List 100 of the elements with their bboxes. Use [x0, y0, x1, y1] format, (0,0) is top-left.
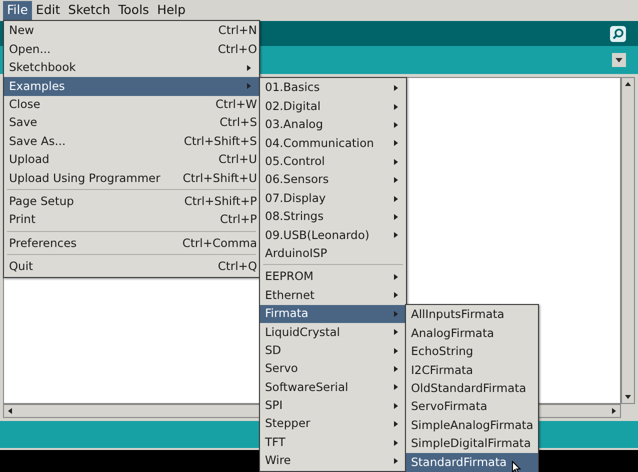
shortcut-label: Ctrl+P	[220, 214, 257, 226]
menu-item[interactable]: 08.Strings	[260, 208, 406, 226]
menu-item[interactable]: EchoString	[406, 342, 538, 362]
menu-item[interactable]: Upload Using Programmer Ctrl+Shift+U	[4, 169, 259, 188]
menu-item-label: SimpleDigitalFirmata	[411, 438, 531, 450]
menu-bar-item[interactable]: File	[3, 0, 32, 20]
menu-item-label: I2CFirmata	[411, 364, 474, 376]
shortcut-label: Ctrl+Shift+U	[182, 172, 257, 184]
shortcut-label: Ctrl+O	[218, 44, 257, 56]
menu-item-label: Servo	[265, 363, 298, 375]
menu-item[interactable]: OldStandardFirmata	[406, 380, 538, 398]
menu-item[interactable]: 07.Display	[260, 189, 406, 208]
menu-item-label: AnalogFirmata	[411, 328, 494, 340]
menu-item-label: Sketchbook	[9, 62, 76, 74]
menu-item-label: Wire	[265, 455, 291, 467]
menu-item[interactable]: Print Ctrl+P	[4, 210, 259, 230]
menu-bar-item[interactable]: Sketch	[64, 0, 114, 20]
menu-item[interactable]: Open... Ctrl+O	[4, 40, 259, 59]
shortcut-label: Ctrl+U	[218, 154, 257, 166]
menu-bar-item[interactable]: Tools	[114, 0, 154, 20]
menu-item-label: Examples	[9, 80, 65, 92]
menu-item-label: New	[9, 25, 34, 37]
menu-item-label: Upload	[9, 154, 50, 166]
menu-item-label: StandardFirmata	[411, 456, 507, 468]
menu-item[interactable]: Servo	[260, 360, 406, 378]
menu-item-label: Print	[9, 214, 36, 226]
shortcut-label: Ctrl+Shift+S	[184, 136, 257, 148]
vertical-scrollbar[interactable]	[621, 77, 635, 404]
menu-item[interactable]: 02.Digital	[260, 97, 406, 116]
menu-item-label: SoftwareSerial	[265, 382, 348, 394]
search-icon[interactable]	[610, 26, 626, 42]
menu-item[interactable]: 05.Control	[260, 152, 406, 171]
menu-item-label: ServoFirmata	[411, 401, 488, 413]
menu-item[interactable]: SPI	[260, 396, 406, 416]
menu-item-label: EchoString	[411, 346, 474, 358]
menu-item-label: TFT	[265, 436, 286, 448]
menu-item[interactable]: Page Setup Ctrl+Shift+P	[4, 192, 259, 211]
menu-item-label: 08.Strings	[265, 211, 324, 223]
menu-item-label: SimpleAnalogFirmata	[411, 420, 534, 432]
menu-item-label: EEPROM	[265, 271, 314, 283]
menu-item-label: Stepper	[265, 418, 310, 430]
shortcut-label: Ctrl+Shift+P	[184, 196, 257, 208]
menu-item[interactable]: 01.Basics	[260, 79, 406, 98]
menu-item-label: Preferences	[9, 238, 77, 250]
menu-item-label: Save As...	[9, 136, 66, 148]
menu-item[interactable]: TFT	[260, 433, 406, 452]
menu-item[interactable]: 04.Communication	[260, 134, 406, 153]
shortcut-label: Ctrl+Q	[218, 261, 257, 273]
menu-item[interactable]: Sketchbook	[4, 58, 259, 78]
mouse-cursor-icon	[512, 461, 522, 472]
menu-item[interactable]: LiquidCrystal	[260, 323, 406, 342]
menu-item-label: OldStandardFirmata	[411, 383, 526, 394]
shortcut-label: Ctrl+W	[216, 99, 257, 110]
menu-item-label: 01.Basics	[265, 82, 320, 94]
menu-item[interactable]: SoftwareSerial	[260, 378, 406, 397]
menu-item[interactable]: AllInputsFirmata	[406, 306, 538, 324]
menu-item[interactable]: ServoFirmata	[406, 398, 538, 416]
menu-item[interactable]: EEPROM	[260, 268, 406, 286]
menu-item-label: Ethernet	[265, 290, 315, 302]
menu-item[interactable]: Firmata	[260, 304, 406, 324]
menu-item[interactable]: Wire	[260, 452, 406, 470]
menu-item-label: 04.Communication	[265, 138, 374, 150]
menu-item[interactable]: Save Ctrl+S	[4, 114, 259, 132]
menu-item-label: ArduinoISP	[265, 248, 328, 260]
menu-item[interactable]: Save As... Ctrl+Shift+S	[4, 132, 259, 151]
shortcut-label: Ctrl+N	[218, 25, 257, 37]
menu-item[interactable]: 09.USB(Leonardo)	[260, 226, 406, 245]
dropdown-icon[interactable]	[612, 53, 626, 67]
menu-item[interactable]: 06.Sensors	[260, 170, 406, 190]
menu-item[interactable]: SimpleDigitalFirmata	[406, 434, 538, 454]
menu-item-label: Page Setup	[9, 196, 74, 208]
menu-item[interactable]: Close Ctrl+W	[4, 96, 259, 114]
menu-item-label: Quit	[9, 261, 34, 273]
menu-item-label: 07.Display	[265, 192, 326, 204]
menu-item[interactable]: SD	[260, 341, 406, 360]
menu-item-label: SPI	[265, 400, 283, 412]
menu-item[interactable]: Stepper	[260, 415, 406, 434]
menu-item-label: 02.Digital	[265, 100, 321, 112]
menu-bar-item[interactable]: Help	[153, 0, 190, 20]
menu-item-label: 05.Control	[265, 156, 325, 168]
menu-bar-item[interactable]: Edit	[32, 0, 64, 20]
menu-item[interactable]: AnalogFirmata	[406, 324, 538, 343]
menu-item-label: Save	[9, 117, 38, 129]
menu-item[interactable]: ArduinoISP	[260, 244, 406, 263]
menu-item-label: 09.USB(Leonardo)	[265, 230, 370, 242]
menu-item[interactable]: 03.Analog	[260, 116, 406, 134]
menu-item-label: SD	[265, 344, 282, 356]
menu-item[interactable]: Quit Ctrl+Q	[4, 258, 259, 276]
menu-item-label: AllInputsFirmata	[411, 309, 504, 321]
menu-item[interactable]: Ethernet	[260, 286, 406, 305]
menu-item[interactable]: New Ctrl+N	[4, 22, 259, 40]
menu-item-label: 03.Analog	[265, 119, 324, 131]
menu-item-label: Firmata	[265, 308, 308, 320]
menu-item[interactable]: Examples	[4, 77, 259, 96]
menu-item[interactable]: I2CFirmata	[406, 361, 538, 380]
menu-item[interactable]: Preferences Ctrl+Comma	[4, 234, 259, 253]
menu-item[interactable]: StandardFirmata	[406, 453, 538, 472]
menu-item-label: Open...	[9, 44, 51, 56]
menu-item[interactable]: SimpleAnalogFirmata	[406, 416, 538, 435]
menu-item[interactable]: Upload Ctrl+U	[4, 150, 259, 170]
